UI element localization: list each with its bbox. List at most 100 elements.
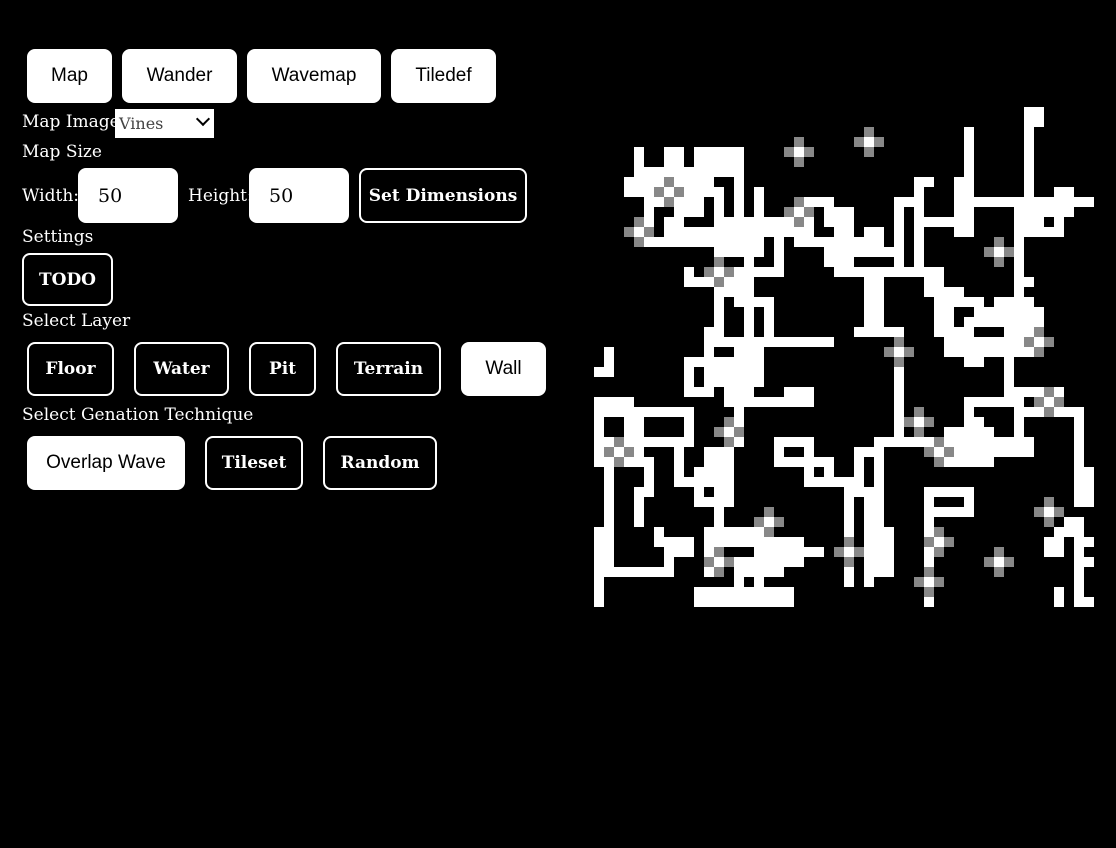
- set-dimensions-button[interactable]: Set Dimensions: [359, 168, 527, 223]
- map-tile: [724, 147, 734, 157]
- map-tile: [704, 547, 714, 557]
- map-tile: [1014, 327, 1024, 337]
- map-image-select[interactable]: Vines: [115, 109, 214, 138]
- map-tile: [964, 327, 974, 337]
- map-tile: [764, 587, 774, 597]
- map-tile: [614, 567, 624, 577]
- map-tile: [744, 277, 754, 287]
- map-tile: [654, 167, 664, 177]
- map-tile: [1014, 287, 1024, 297]
- map-tile: [914, 207, 924, 217]
- map-tile: [624, 567, 634, 577]
- map-tile: [754, 517, 764, 527]
- map-tile: [894, 327, 904, 337]
- map-tile: [714, 167, 724, 177]
- nav-map-button[interactable]: Map: [27, 49, 112, 103]
- map-tile: [764, 317, 774, 327]
- map-tile: [934, 317, 944, 327]
- map-tile: [714, 367, 724, 377]
- height-input[interactable]: 50: [249, 168, 349, 223]
- map-tile: [994, 247, 1004, 257]
- random-button[interactable]: Random: [323, 436, 437, 490]
- map-tile: [974, 457, 984, 467]
- nav-wander-button[interactable]: Wander: [122, 49, 237, 103]
- map-tile: [1024, 117, 1034, 127]
- nav-tiledef-button[interactable]: Tiledef: [391, 49, 496, 103]
- map-tile: [744, 587, 754, 597]
- map-tile: [754, 567, 764, 577]
- map-tile: [794, 157, 804, 167]
- layer-pit-button[interactable]: Pit: [249, 342, 316, 396]
- map-tile: [774, 587, 784, 597]
- map-tile: [684, 537, 694, 547]
- map-tile: [914, 257, 924, 267]
- map-tile: [1014, 247, 1024, 257]
- map-tile: [874, 247, 884, 257]
- map-tile: [704, 187, 714, 197]
- map-tile: [824, 247, 834, 257]
- map-tile: [594, 537, 604, 547]
- map-tile: [704, 457, 714, 467]
- map-tile: [864, 507, 874, 517]
- map-tile: [1014, 257, 1024, 267]
- map-tile: [934, 447, 944, 457]
- map-tile: [954, 207, 964, 217]
- map-tile: [724, 337, 734, 347]
- map-tile: [984, 347, 994, 357]
- settings-label: Settings: [22, 227, 94, 247]
- map-tile: [874, 537, 884, 547]
- map-tile: [834, 547, 844, 557]
- nav-wavemap-button[interactable]: Wavemap: [247, 49, 381, 103]
- layer-terrain-button[interactable]: Terrain: [336, 342, 441, 396]
- map-tile: [694, 387, 704, 397]
- map-tile: [714, 547, 724, 557]
- map-tile: [804, 387, 814, 397]
- map-tile: [784, 387, 794, 397]
- map-tile: [624, 407, 634, 417]
- map-tile: [714, 537, 724, 547]
- map-tile: [714, 147, 724, 157]
- map-tile: [944, 307, 954, 317]
- tileset-button[interactable]: Tileset: [205, 436, 303, 490]
- map-tile: [944, 297, 954, 307]
- map-tile: [764, 307, 774, 317]
- layer-water-button[interactable]: Water: [134, 342, 229, 396]
- map-tile: [754, 217, 764, 227]
- map-tile: [934, 217, 944, 227]
- map-tile: [1034, 347, 1044, 357]
- map-tile: [1044, 227, 1054, 237]
- map-tile: [694, 477, 704, 487]
- map-image-label: Map Image: [22, 112, 120, 132]
- todo-button[interactable]: TODO: [22, 253, 113, 306]
- map-tile: [624, 187, 634, 197]
- map-tile: [734, 587, 744, 597]
- map-tile: [874, 467, 884, 477]
- map-tile: [664, 197, 674, 207]
- map-tile: [874, 297, 884, 307]
- map-tile: [744, 377, 754, 387]
- map-tile: [1024, 437, 1034, 447]
- map-tile: [824, 237, 834, 247]
- map-tile: [694, 487, 704, 497]
- map-tile: [954, 427, 964, 437]
- map-tile: [604, 517, 614, 527]
- map-tile: [964, 347, 974, 357]
- map-tile: [924, 287, 934, 297]
- map-tile: [1004, 337, 1014, 347]
- width-input[interactable]: 50: [78, 168, 178, 223]
- map-tile: [904, 437, 914, 447]
- layer-floor-button[interactable]: Floor: [27, 342, 114, 396]
- map-tile: [1074, 557, 1084, 567]
- layer-wall-button[interactable]: Wall: [461, 342, 546, 396]
- map-tile: [664, 217, 674, 227]
- generated-map-canvas[interactable]: [594, 107, 1094, 607]
- map-tile: [954, 347, 964, 357]
- map-tile: [894, 337, 904, 347]
- map-tile: [594, 587, 604, 597]
- map-tile: [764, 337, 774, 347]
- map-tile: [714, 267, 724, 277]
- overlap-wave-button[interactable]: Overlap Wave: [27, 436, 185, 490]
- map-tile: [714, 447, 724, 457]
- map-tile: [714, 207, 724, 217]
- map-tile: [974, 337, 984, 347]
